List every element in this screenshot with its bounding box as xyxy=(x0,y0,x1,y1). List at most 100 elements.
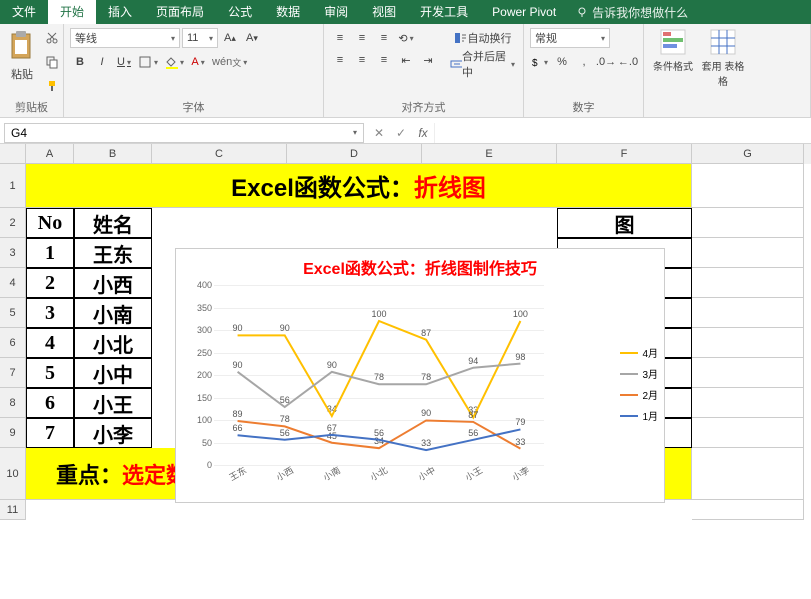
number-format-combo[interactable]: 常规▾ xyxy=(530,28,610,48)
dec-decimal-button[interactable]: ←.0 xyxy=(618,52,638,72)
col-header-B[interactable]: B xyxy=(74,144,152,164)
cell-g-3[interactable] xyxy=(692,238,804,268)
header-name[interactable]: 姓名 xyxy=(74,208,152,238)
cell-name-3[interactable]: 小南 xyxy=(74,298,152,328)
copy-button[interactable] xyxy=(42,52,62,72)
underline-button[interactable]: U▾ xyxy=(114,52,134,72)
align-left-button[interactable]: ≡ xyxy=(330,50,350,70)
cell-g-7[interactable] xyxy=(692,358,804,388)
tab-review[interactable]: 审阅 xyxy=(312,0,360,24)
header-no[interactable]: No xyxy=(26,208,74,238)
conditional-format-button[interactable]: 条件格式 xyxy=(650,28,696,73)
tab-data[interactable]: 数据 xyxy=(264,0,312,24)
cell-name-7[interactable]: 小李 xyxy=(74,418,152,448)
cell-name-6[interactable]: 小王 xyxy=(74,388,152,418)
bold-button[interactable]: B xyxy=(70,52,90,72)
tab-layout[interactable]: 页面布局 xyxy=(144,0,216,24)
fill-color-button[interactable]: ▾ xyxy=(162,52,186,72)
col-header-A[interactable]: A xyxy=(26,144,74,164)
cell-g-11[interactable] xyxy=(692,500,804,520)
orientation-button[interactable]: ⟲▾ xyxy=(396,28,416,48)
row-header-5[interactable]: 5 xyxy=(0,298,26,328)
cell-no-2[interactable]: 2 xyxy=(26,268,74,298)
row-header-1[interactable]: 1 xyxy=(0,164,26,208)
cell-name-5[interactable]: 小中 xyxy=(74,358,152,388)
row-header-11[interactable]: 11 xyxy=(0,500,26,520)
indent-dec-button[interactable]: ⇤ xyxy=(396,50,416,70)
row-header-8[interactable]: 8 xyxy=(0,388,26,418)
borders-button[interactable]: ▾ xyxy=(136,52,160,72)
wrap-text-button[interactable]: 自动换行 xyxy=(448,28,517,48)
inc-decimal-button[interactable]: .0→ xyxy=(596,52,616,72)
phonetic-button[interactable]: wén文▾ xyxy=(210,52,249,72)
col-header-D[interactable]: D xyxy=(287,144,422,164)
format-painter-button[interactable] xyxy=(42,76,62,96)
tell-me-search[interactable]: 告诉我你想做什么 xyxy=(576,4,688,21)
increase-font-button[interactable]: A▴ xyxy=(220,28,240,48)
select-all-corner[interactable] xyxy=(0,144,26,164)
font-color-button[interactable]: A▾ xyxy=(188,52,208,72)
col-header-F[interactable]: F xyxy=(557,144,692,164)
align-top-button[interactable]: ≡ xyxy=(330,28,350,48)
align-right-button[interactable]: ≡ xyxy=(374,50,394,70)
cut-button[interactable] xyxy=(42,28,62,48)
font-size-combo[interactable]: 11▾ xyxy=(182,28,218,48)
col-header-C[interactable]: C xyxy=(152,144,287,164)
tab-view[interactable]: 视图 xyxy=(360,0,408,24)
col-header-E[interactable]: E xyxy=(422,144,557,164)
cell-g-10[interactable] xyxy=(692,448,804,500)
cell-g-1[interactable] xyxy=(692,164,804,208)
font-name-combo[interactable]: 等线▾ xyxy=(70,28,180,48)
row-header-7[interactable]: 7 xyxy=(0,358,26,388)
chart-object[interactable]: Excel函数公式：折线图制作技巧 0501001502002503003504… xyxy=(175,248,665,503)
paste-button[interactable]: 粘贴 xyxy=(6,28,38,82)
cancel-formula-button[interactable]: ✕ xyxy=(368,123,390,143)
cell-name-1[interactable]: 王东 xyxy=(74,238,152,268)
italic-button[interactable]: I xyxy=(92,52,112,72)
tab-power[interactable]: Power Pivot xyxy=(480,0,568,24)
name-box[interactable]: G4▾ xyxy=(4,123,364,143)
fx-button[interactable]: fx xyxy=(412,123,434,143)
cell-g-2[interactable] xyxy=(692,208,804,238)
align-center-button[interactable]: ≡ xyxy=(352,50,372,70)
tab-file[interactable]: 文件 xyxy=(0,0,48,24)
merge-center-button[interactable]: 合并后居中▾ xyxy=(448,54,517,74)
cell-g-6[interactable] xyxy=(692,328,804,358)
cell-no-1[interactable]: 1 xyxy=(26,238,74,268)
align-middle-button[interactable]: ≡ xyxy=(352,28,372,48)
row-header-6[interactable]: 6 xyxy=(0,328,26,358)
cell-g-9[interactable] xyxy=(692,418,804,448)
cell-no-6[interactable]: 6 xyxy=(26,388,74,418)
align-bottom-button[interactable]: ≡ xyxy=(374,28,394,48)
header-last[interactable]: 图 xyxy=(557,208,692,238)
row-header-10[interactable]: 10 xyxy=(0,448,26,500)
cell-g-5[interactable] xyxy=(692,298,804,328)
col-header-G[interactable]: G xyxy=(692,144,804,164)
currency-button[interactable]: $▾ xyxy=(530,52,550,72)
indent-inc-button[interactable]: ⇥ xyxy=(418,50,438,70)
comma-button[interactable]: , xyxy=(574,52,594,72)
cell-no-4[interactable]: 4 xyxy=(26,328,74,358)
row-header-4[interactable]: 4 xyxy=(0,268,26,298)
percent-button[interactable]: % xyxy=(552,52,572,72)
cell-no-5[interactable]: 5 xyxy=(26,358,74,388)
title-cell[interactable]: Excel函数公式：折线图 xyxy=(26,164,692,208)
format-table-button[interactable]: 套用 表格格 xyxy=(700,28,746,88)
tab-dev[interactable]: 开发工具 xyxy=(408,0,480,24)
row-header-2[interactable]: 2 xyxy=(0,208,26,238)
cell-name-2[interactable]: 小西 xyxy=(74,268,152,298)
row-header-3[interactable]: 3 xyxy=(0,238,26,268)
tab-formulas[interactable]: 公式 xyxy=(216,0,264,24)
cell-no-7[interactable]: 7 xyxy=(26,418,74,448)
tab-insert[interactable]: 插入 xyxy=(96,0,144,24)
confirm-formula-button[interactable]: ✓ xyxy=(390,123,412,143)
formula-input[interactable] xyxy=(434,123,811,143)
cell-g-4[interactable] xyxy=(692,268,804,298)
cell-no-3[interactable]: 3 xyxy=(26,298,74,328)
decrease-font-button[interactable]: A▾ xyxy=(242,28,262,48)
cell-name-4[interactable]: 小北 xyxy=(74,328,152,358)
row-header-9[interactable]: 9 xyxy=(0,418,26,448)
cell-g-8[interactable] xyxy=(692,388,804,418)
tab-home[interactable]: 开始 xyxy=(48,0,96,24)
merge-icon xyxy=(450,58,462,70)
